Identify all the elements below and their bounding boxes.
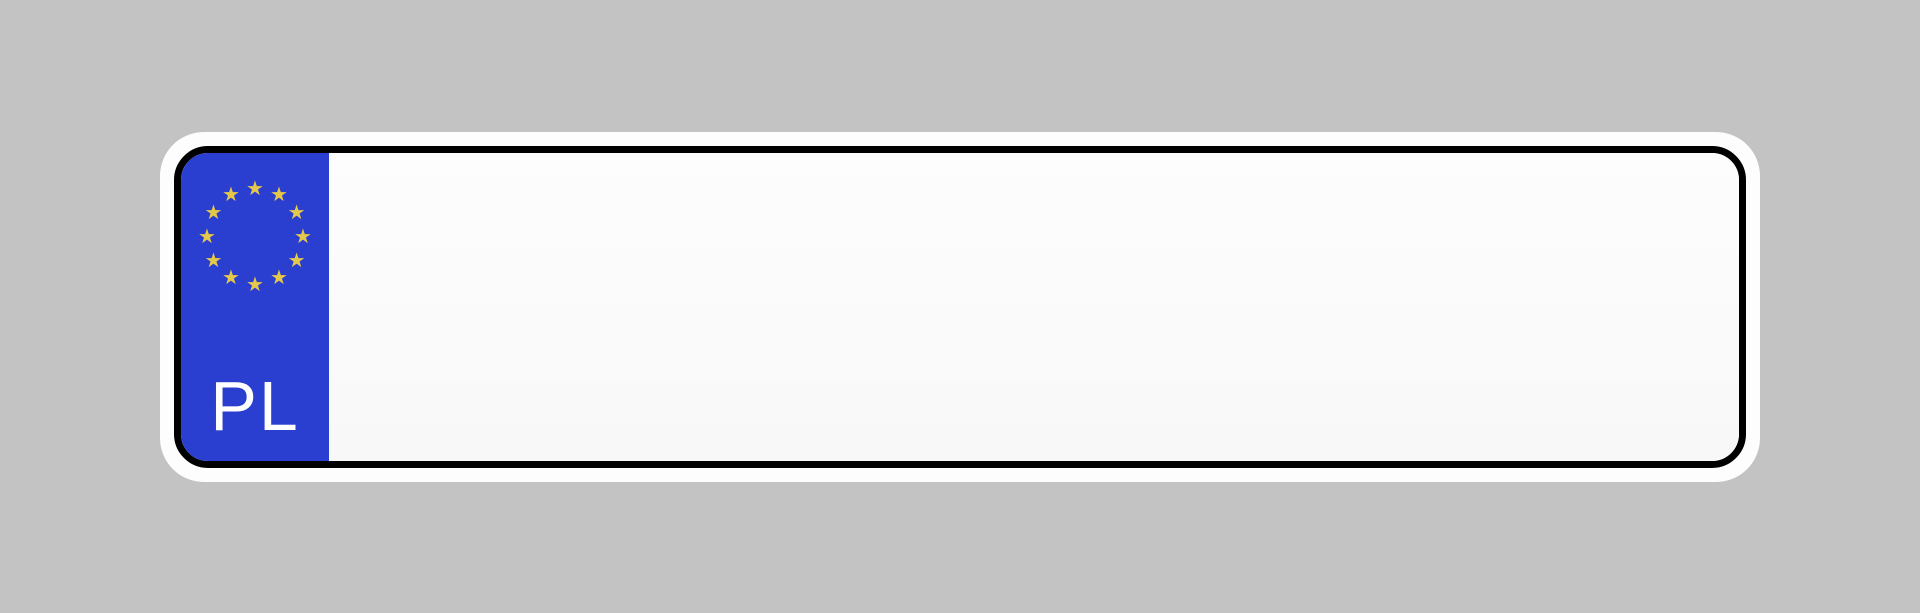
registration-field: [329, 153, 1739, 461]
eu-star-icon: ★: [270, 269, 288, 287]
eu-star-icon: ★: [222, 186, 240, 204]
eu-star-icon: ★: [246, 276, 264, 294]
eu-star-icon: ★: [204, 252, 222, 270]
eu-star-icon: ★: [198, 228, 216, 246]
eu-star-icon: ★: [294, 228, 312, 246]
license-plate-inner: ★★★★★★★★★★★★ PL: [174, 146, 1746, 468]
eu-star-icon: ★: [288, 252, 306, 270]
eu-star-icon: ★: [288, 204, 306, 222]
eu-star-icon: ★: [204, 204, 222, 222]
eu-star-icon: ★: [246, 180, 264, 198]
eu-stars-icon: ★★★★★★★★★★★★: [195, 177, 315, 297]
eu-star-icon: ★: [270, 186, 288, 204]
country-code: PL: [210, 371, 300, 447]
license-plate: ★★★★★★★★★★★★ PL: [160, 132, 1760, 482]
eu-star-icon: ★: [222, 269, 240, 287]
eu-band: ★★★★★★★★★★★★ PL: [181, 153, 329, 461]
